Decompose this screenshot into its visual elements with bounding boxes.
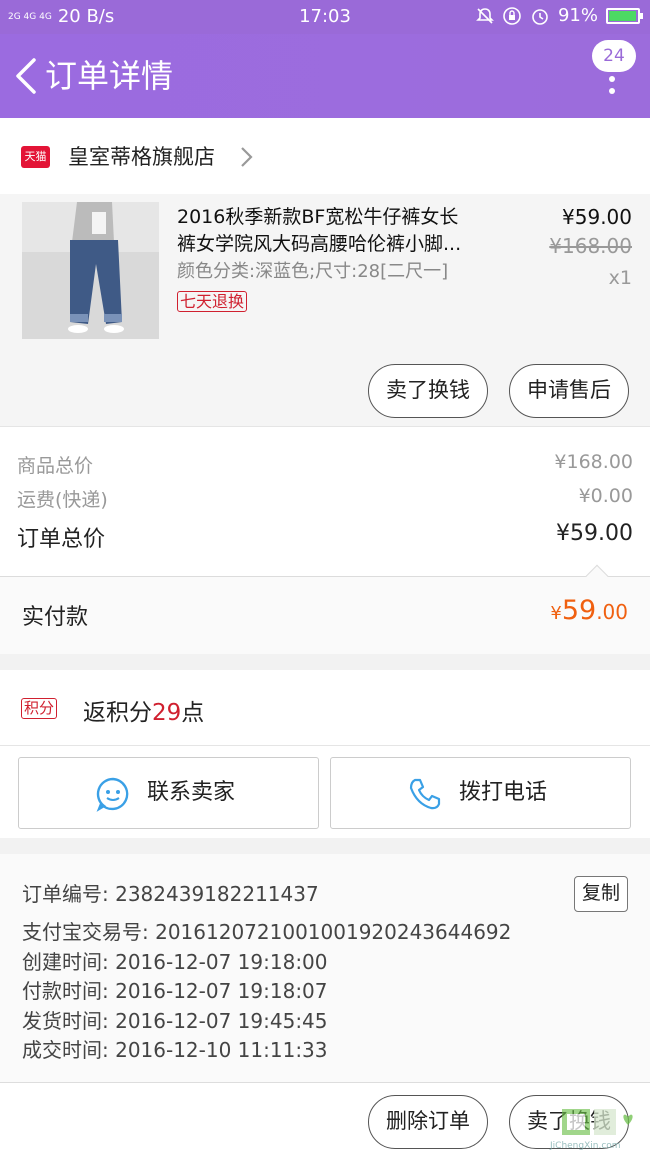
chevron-right-icon bbox=[241, 147, 253, 167]
order-total-value: ¥59.00 bbox=[556, 521, 633, 546]
points-suffix: 点 bbox=[181, 700, 205, 726]
call-phone-label: 拨打电话 bbox=[459, 780, 548, 805]
paid-time: 付款时间: 2016-12-07 19:18:07 bbox=[22, 979, 328, 1003]
phone-icon bbox=[409, 778, 441, 810]
points-text: 返积分29点 bbox=[83, 693, 204, 727]
order-item[interactable]: 2016秋季新款BF宽松牛仔裤女长 裤女学院风大码高腰哈伦裤小脚... 颜色分类… bbox=[0, 194, 650, 426]
app-header: 订单详情 24 bbox=[0, 34, 650, 118]
battery-icon bbox=[606, 7, 643, 24]
sell-for-cash-button[interactable]: 卖了换钱 bbox=[368, 364, 488, 418]
tmall-logo-icon: 天猫 bbox=[21, 146, 50, 168]
footer-actions: 删除订单 卖了换钱 JiChengXin.com bbox=[0, 1082, 650, 1155]
lock-rotation-icon bbox=[503, 6, 521, 25]
contact-bar: 联系卖家 拨打电话 bbox=[0, 746, 650, 838]
price-summary: 商品总价 ¥168.00 运费(快递) ¥0.00 订单总价 ¥59.00 bbox=[0, 426, 650, 576]
product-title-line2: 裤女学院风大码高腰哈伦裤小脚... bbox=[177, 233, 462, 255]
delete-order-button[interactable]: 删除订单 bbox=[368, 1095, 488, 1149]
amount-decimal: .00 bbox=[596, 600, 628, 624]
created-time: 创建时间: 2016-12-07 19:18:00 bbox=[22, 950, 328, 974]
seven-day-return-tag: 七天退换 bbox=[177, 291, 248, 312]
shipping-value: ¥0.00 bbox=[578, 485, 633, 507]
goods-total-row: 商品总价 ¥168.00 bbox=[17, 451, 633, 478]
store-name[interactable]: 皇室蒂格旗舰店 bbox=[68, 142, 215, 172]
message-count-badge: 24 bbox=[592, 40, 636, 72]
actual-payment-label: 实付款 bbox=[22, 605, 89, 630]
contact-seller-label: 联系卖家 bbox=[147, 780, 236, 805]
battery-percent: 91% bbox=[557, 5, 598, 26]
order-number: 订单编号: 2382439182211437 bbox=[22, 882, 319, 906]
product-sku: 颜色分类:深蓝色;尺寸:28[二尺一] bbox=[177, 261, 449, 282]
order-total-row: 订单总价 ¥59.00 bbox=[17, 521, 633, 553]
actual-payment-row: 实付款 ¥59.00 bbox=[0, 564, 650, 654]
status-right: 91% bbox=[476, 5, 643, 26]
more-dots-icon bbox=[609, 76, 615, 100]
completed-time: 成交时间: 2016-12-10 11:11:33 bbox=[22, 1038, 328, 1062]
store-row[interactable]: 天猫 皇室蒂格旗舰店 bbox=[0, 118, 650, 194]
alipay-trade-number: 支付宝交易号: 2016120721001001920243644692 bbox=[22, 920, 512, 944]
status-bar: 2G 4G 4G 20 B/s 17:03 91% bbox=[0, 0, 650, 34]
shipping-label: 运费(快递) bbox=[17, 489, 108, 511]
order-total-label: 订单总价 bbox=[17, 527, 106, 552]
goods-total-label: 商品总价 bbox=[17, 455, 94, 477]
shipped-time: 发货时间: 2016-12-07 19:45:45 bbox=[22, 1009, 328, 1033]
mute-icon bbox=[476, 7, 494, 24]
site-watermark-logo: JiChengXin.com bbox=[549, 1109, 633, 1151]
product-title[interactable]: 2016秋季新款BF宽松牛仔裤女长 裤女学院风大码高腰哈伦裤小脚... bbox=[177, 204, 517, 258]
contact-seller-button[interactable]: 联系卖家 bbox=[18, 757, 319, 829]
watermark-text: JiChengXin.com bbox=[549, 1141, 621, 1151]
points-value: 29 bbox=[152, 700, 182, 726]
more-menu-button[interactable]: 24 bbox=[590, 40, 636, 100]
actual-payment-amount: ¥59.00 bbox=[550, 595, 628, 626]
call-phone-button[interactable]: 拨打电话 bbox=[330, 757, 631, 829]
product-title-line1: 2016秋季新款BF宽松牛仔裤女长 bbox=[177, 206, 459, 228]
goods-total-value: ¥168.00 bbox=[554, 451, 633, 473]
page-title: 订单详情 bbox=[45, 57, 174, 95]
points-prefix: 返积分 bbox=[83, 700, 152, 726]
product-thumbnail[interactable] bbox=[22, 202, 159, 339]
product-quantity: x1 bbox=[608, 267, 632, 289]
product-original-price: ¥168.00 bbox=[549, 234, 632, 258]
points-badge-icon: 积分 bbox=[21, 698, 58, 719]
order-info: 订单编号: 2382439182211437 支付宝交易号: 201612072… bbox=[0, 854, 650, 1082]
amount-integer: 59 bbox=[561, 595, 597, 626]
back-arrow-icon[interactable] bbox=[12, 56, 42, 96]
after-sales-button[interactable]: 申请售后 bbox=[509, 364, 629, 418]
currency-symbol: ¥ bbox=[550, 603, 562, 624]
copy-order-number-button[interactable]: 复制 bbox=[574, 876, 628, 912]
shipping-row: 运费(快递) ¥0.00 bbox=[17, 485, 633, 512]
points-row: 积分 返积分29点 bbox=[0, 670, 650, 746]
product-price: ¥59.00 bbox=[562, 205, 632, 229]
alarm-icon bbox=[532, 8, 548, 25]
chat-bubble-icon bbox=[96, 777, 129, 812]
